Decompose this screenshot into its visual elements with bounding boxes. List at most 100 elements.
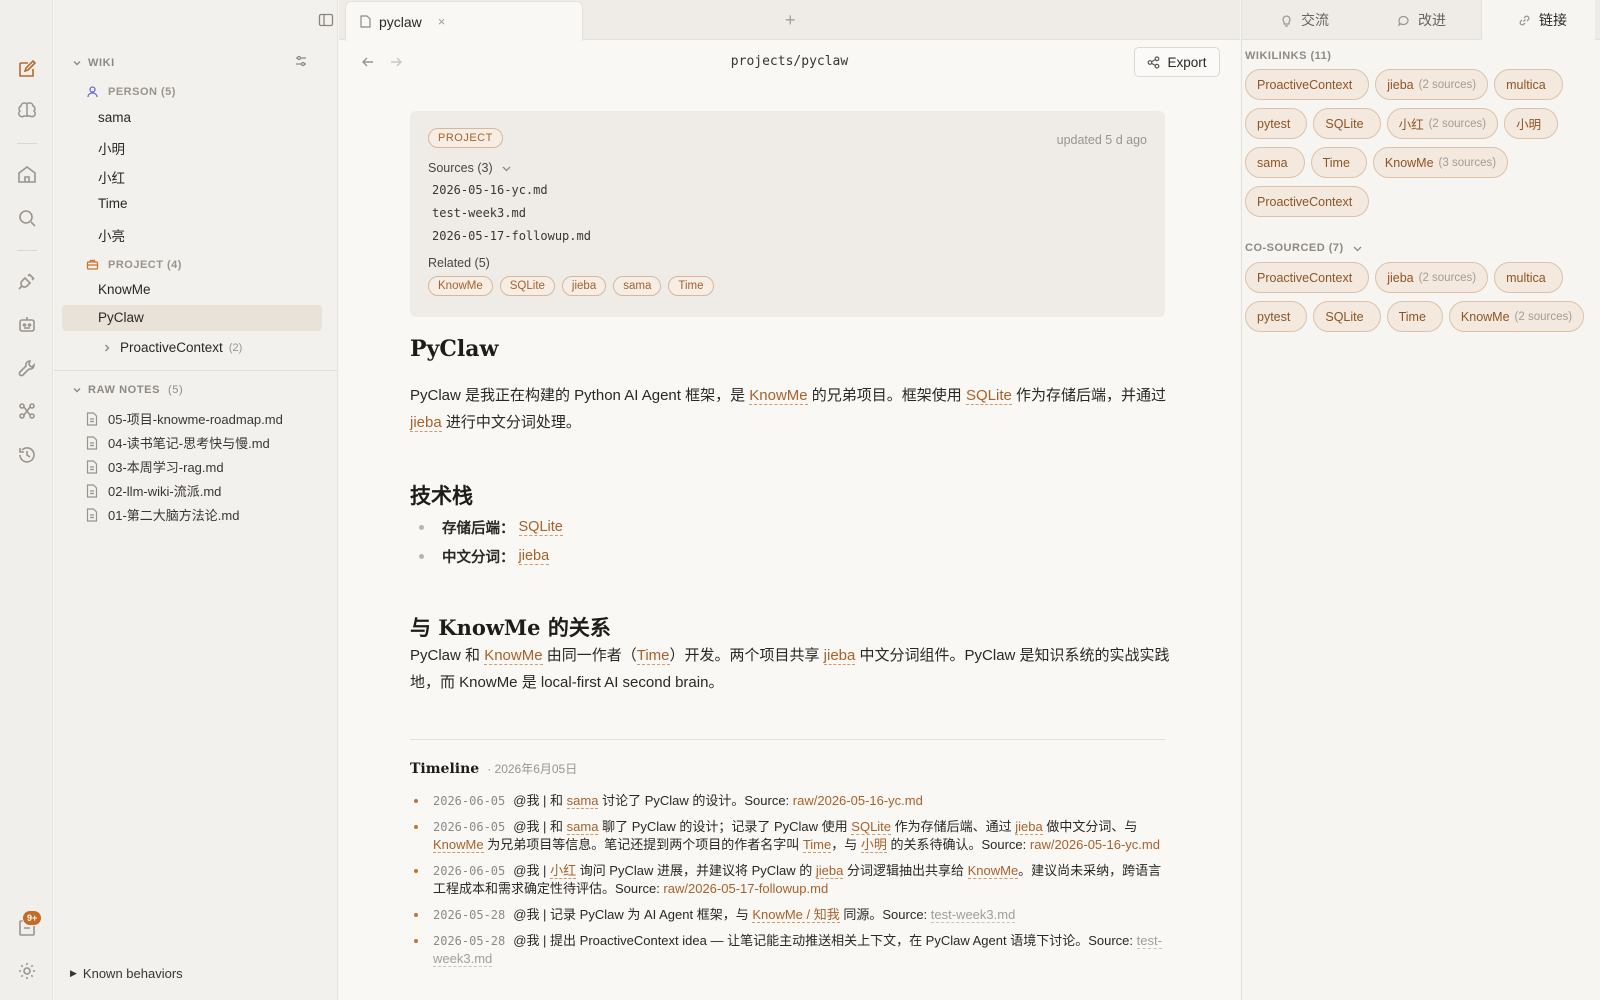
source-link[interactable]: raw/2026-05-16-yc.md <box>793 793 923 808</box>
history-icon[interactable] <box>16 444 38 466</box>
wikilink[interactable]: KnowMe / 知我 <box>752 907 840 923</box>
related-pill[interactable]: sama <box>613 276 662 296</box>
wikilink[interactable]: SQLite <box>518 519 563 536</box>
raw-notes-section-header[interactable]: RAW NOTES (5) <box>72 384 183 396</box>
export-button[interactable]: Export <box>1134 47 1220 77</box>
wikilink[interactable]: jieba <box>518 548 550 565</box>
tab-links[interactable]: 链接 <box>1481 0 1595 40</box>
link-chip[interactable]: ProactiveContext <box>1245 186 1370 217</box>
comment-icon <box>1397 15 1409 26</box>
wikilink[interactable]: Time <box>636 647 670 665</box>
filter-sliders-icon[interactable] <box>294 54 308 68</box>
sidebar-item-person[interactable]: 小红 <box>98 167 125 187</box>
link-chip[interactable]: Time <box>1386 301 1443 332</box>
tab-chat[interactable]: 交流 <box>1280 0 1329 40</box>
section-heading-tech: 技术栈 <box>410 483 473 508</box>
link-chip[interactable]: KnowMe (2 sources) <box>1448 301 1585 332</box>
link-chip[interactable]: jieba (2 sources) <box>1375 69 1489 100</box>
link-chip[interactable]: SQLite <box>1313 301 1381 332</box>
wiki-section-header[interactable]: WIKI <box>72 57 115 69</box>
brain-icon[interactable] <box>16 99 38 121</box>
file-icon <box>86 459 98 474</box>
file-icon <box>86 411 98 426</box>
project-group-header[interactable]: PROJECT (4) <box>86 258 182 271</box>
source-link[interactable]: raw/2026-05-17-followup.md <box>663 881 828 896</box>
new-tab-button[interactable]: + <box>785 10 796 31</box>
link-chip[interactable]: pytest <box>1245 301 1308 332</box>
timeline-list: 2026-06-05 @我 | 和 sama 讨论了 PyClaw 的设计。Sou… <box>410 792 1170 976</box>
wikilink[interactable]: jieba <box>1015 819 1043 835</box>
wikilink[interactable]: 小红 <box>550 863 577 879</box>
file-icon <box>86 435 98 450</box>
link-chip[interactable]: 小红 (2 sources) <box>1386 108 1499 139</box>
wikilink[interactable]: sama <box>566 793 599 809</box>
link-chip[interactable]: ProactiveContext <box>1245 262 1370 293</box>
link-chip[interactable]: sama <box>1245 147 1305 178</box>
edit-note-icon[interactable] <box>16 58 38 80</box>
wikilink[interactable]: SQLite <box>965 387 1012 405</box>
file-icon <box>86 483 98 498</box>
source-file-link[interactable]: 2026-05-16-yc.md <box>432 183 548 197</box>
tech-list: 存储后端： SQLite 中文分词： jieba <box>419 513 563 571</box>
related-pill[interactable]: Time <box>668 276 714 296</box>
wikilink[interactable]: jieba <box>823 647 856 665</box>
raw-note-file[interactable]: 04-读书笔记-思考快与慢.md <box>86 433 270 452</box>
tab-pyclaw[interactable]: pyclaw × <box>345 1 583 41</box>
sidebar-item-project[interactable]: KnowMe <box>98 282 151 297</box>
link-chip[interactable]: SQLite <box>1313 108 1381 139</box>
wikilink[interactable]: KnowMe <box>749 387 808 405</box>
related-pill[interactable]: KnowMe <box>428 276 493 296</box>
wrench-icon[interactable] <box>16 357 38 379</box>
settings-gear-icon[interactable] <box>16 960 38 982</box>
source-file-link[interactable]: 2026-05-17-followup.md <box>432 229 591 243</box>
close-tab-icon[interactable]: × <box>438 14 446 29</box>
tab-improve[interactable]: 改进 <box>1397 0 1446 40</box>
source-link[interactable]: test-week3.md <box>930 907 1016 923</box>
link-chip[interactable]: pytest <box>1245 108 1308 139</box>
raw-note-file[interactable]: 03-本周学习-rag.md <box>86 457 224 476</box>
wikilink[interactable]: Time <box>802 837 832 853</box>
sidebar-item-person[interactable]: 小明 <box>98 138 125 158</box>
robot-icon[interactable] <box>16 313 38 335</box>
home-icon[interactable] <box>16 163 38 185</box>
person-icon <box>87 86 98 98</box>
wikilink[interactable]: jieba <box>410 414 442 432</box>
sidebar-item-person[interactable]: Time <box>98 196 128 211</box>
wikilink[interactable]: SQLite <box>851 819 892 835</box>
sidebar-item-person[interactable]: sama <box>98 110 131 125</box>
panel-tabs: 交流 改进 链接 <box>1242 0 1600 40</box>
wikilink[interactable]: KnowMe <box>433 837 484 853</box>
link-chip[interactable]: Time <box>1310 147 1367 178</box>
wikilink[interactable]: 小明 <box>860 837 887 853</box>
document-icon <box>360 15 371 28</box>
sidebar-item-person[interactable]: 小亮 <box>98 225 125 245</box>
intro-paragraph: PyClaw 是我正在构建的 Python AI Agent 框架，是 Know… <box>410 387 1167 432</box>
sidebar-item-project-active[interactable]: PyClaw <box>62 305 322 331</box>
source-file-link[interactable]: test-week3.md <box>432 206 526 220</box>
wikilink[interactable]: sama <box>566 819 599 835</box>
raw-note-file[interactable]: 05-项目-knowme-roadmap.md <box>86 409 283 428</box>
wikilink[interactable]: KnowMe <box>967 863 1019 879</box>
link-chip[interactable]: multica <box>1494 69 1563 100</box>
source-link[interactable]: raw/2026-05-16-yc.md <box>1030 837 1160 852</box>
cosourced-header[interactable]: CO-SOURCED (7) <box>1245 242 1363 254</box>
related-pill[interactable]: SQLite <box>499 276 555 296</box>
wikilink[interactable]: KnowMe <box>484 647 543 665</box>
sidebar-subitem-proactivecontext[interactable]: ProactiveContext (2) <box>102 340 242 355</box>
wikilink[interactable]: jieba <box>815 863 844 879</box>
link-chip[interactable]: jieba (2 sources) <box>1375 262 1489 293</box>
known-behaviors-toggle[interactable]: ▶ Known behaviors <box>70 966 183 981</box>
link-chip[interactable]: ProactiveContext <box>1245 69 1370 100</box>
search-icon[interactable] <box>16 207 38 229</box>
sources-toggle[interactable]: Sources (3) <box>428 161 512 175</box>
link-chip[interactable]: 小明 <box>1504 108 1559 139</box>
link-chip[interactable]: multica <box>1494 262 1563 293</box>
related-pill[interactable]: jieba <box>561 276 607 296</box>
person-group-header[interactable]: PERSON (5) <box>86 85 176 98</box>
raw-note-file[interactable]: 01-第二大脑方法论.md <box>86 505 239 524</box>
raw-note-file[interactable]: 02-llm-wiki-流派.md <box>86 481 221 500</box>
link-chip[interactable]: KnowMe (3 sources) <box>1372 147 1509 178</box>
sidebar-toggle-icon[interactable] <box>318 12 334 28</box>
plug-icon[interactable] <box>16 270 38 292</box>
graph-icon[interactable] <box>16 400 38 422</box>
